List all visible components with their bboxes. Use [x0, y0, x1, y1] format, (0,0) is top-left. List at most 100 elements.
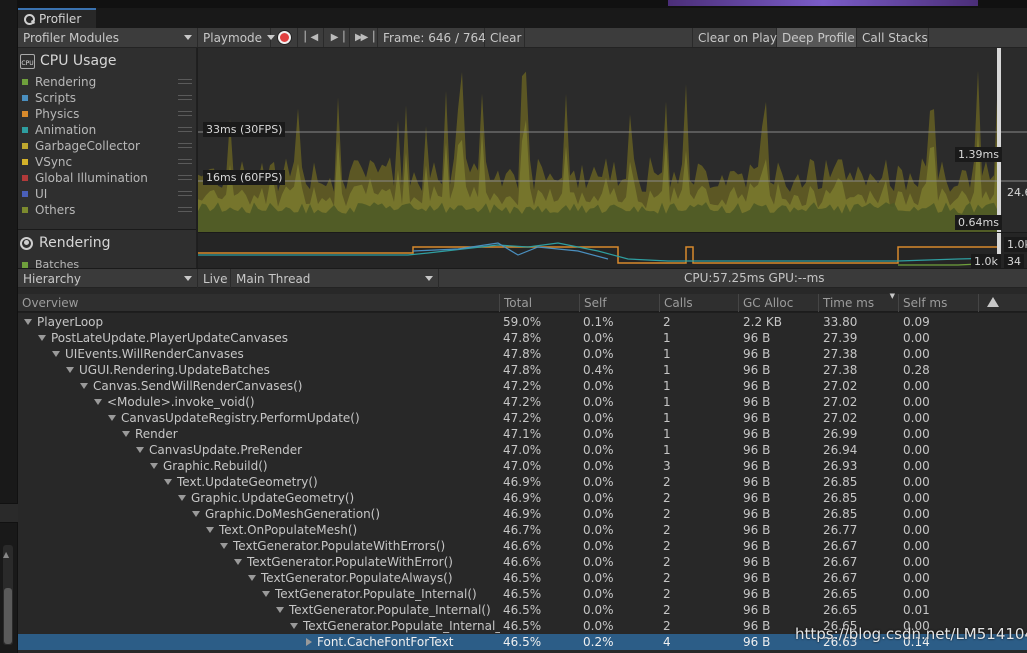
- expanded-arrow-icon[interactable]: [248, 575, 256, 581]
- rendering-module-header[interactable]: Rendering: [20, 234, 111, 252]
- expanded-arrow-icon[interactable]: [220, 543, 228, 549]
- table-row[interactable]: Text.OnPopulateMesh() 46.7% 0.0% 2 96 B 26.77…: [18, 522, 1027, 538]
- legend-swatch: [22, 159, 28, 165]
- legend-item-global-illumination[interactable]: Global Illumination: [22, 170, 196, 186]
- expanded-arrow-icon[interactable]: [234, 559, 242, 565]
- table-row[interactable]: UGUI.Rendering.UpdateBatches 47.8% 0.4% 1 96…: [18, 362, 1027, 378]
- drag-handle-icon[interactable]: [178, 191, 192, 196]
- marker-name: Canvas.SendWillRenderCanvases(): [93, 379, 303, 393]
- table-row[interactable]: TextGenerator.PopulateWithError() 46.6% 0.…: [18, 554, 1027, 570]
- view-type-dropdown[interactable]: Hierarchy: [18, 269, 198, 288]
- column-options-button[interactable]: [978, 294, 1027, 312]
- clear-on-play-toggle[interactable]: Clear on Play: [692, 28, 777, 47]
- column-header-overview[interactable]: Overview: [18, 294, 499, 312]
- expanded-arrow-icon[interactable]: [262, 591, 270, 597]
- table-row[interactable]: CanvasUpdateRegistry.PerformUpdate() 47.2…: [18, 410, 1027, 426]
- legend-item-physics[interactable]: Physics: [22, 106, 196, 122]
- expanded-arrow-icon[interactable]: [94, 399, 102, 405]
- live-toggle[interactable]: Live: [198, 269, 231, 288]
- table-row[interactable]: Render 47.1% 0.0% 1 96 B 26.99 0.00: [18, 426, 1027, 442]
- table-row[interactable]: PostLateUpdate.PlayerUpdateCanvases 47.8%…: [18, 330, 1027, 346]
- legend-item-garbagecollector[interactable]: GarbageCollector: [22, 138, 196, 154]
- legend-label: Batches: [35, 258, 80, 268]
- cell-self-ms: 0.00: [903, 507, 930, 521]
- clear-button[interactable]: Clear: [485, 28, 525, 47]
- table-row[interactable]: UIEvents.WillRenderCanvases 47.8% 0.0% 1 96 …: [18, 346, 1027, 362]
- legend-item-animation[interactable]: Animation: [22, 122, 196, 138]
- expanded-arrow-icon[interactable]: [108, 415, 116, 421]
- legend-item-vsync[interactable]: VSync: [22, 154, 196, 170]
- table-row[interactable]: Canvas.SendWillRenderCanvases() 47.2% 0.0%…: [18, 378, 1027, 394]
- table-row[interactable]: PlayerLoop 59.0% 0.1% 2 2.2 KB 33.80 0.09: [18, 314, 1027, 330]
- rendering-chart[interactable]: 1.0k 1.0k 34: [198, 232, 1027, 268]
- profiler-modules-label: Profiler Modules: [23, 30, 119, 45]
- column-header-total[interactable]: Total: [499, 294, 579, 312]
- next-frame-button[interactable]: ▶▕: [324, 28, 350, 47]
- expanded-arrow-icon[interactable]: [150, 463, 158, 469]
- profiler-window-tab[interactable]: Profiler: [18, 8, 96, 28]
- playmode-dropdown[interactable]: Playmode: [198, 28, 276, 47]
- record-button[interactable]: [271, 28, 298, 47]
- current-frame-button[interactable]: ▶▶▕: [350, 28, 378, 47]
- module-divider: [18, 229, 196, 230]
- drag-handle-icon[interactable]: [178, 95, 192, 100]
- frame-cursor[interactable]: [997, 48, 1001, 232]
- drag-handle-icon[interactable]: [178, 159, 192, 164]
- legend-item-others[interactable]: Others: [22, 202, 196, 218]
- hierarchy-table-body: PlayerLoop 59.0% 0.1% 2 2.2 KB 33.80 0.09 PostL…: [18, 313, 1027, 653]
- drag-handle-icon[interactable]: [178, 127, 192, 132]
- legend-item-scripts[interactable]: Scripts: [22, 90, 196, 106]
- expanded-arrow-icon[interactable]: [192, 511, 200, 517]
- table-row[interactable]: Graphic.Rebuild() 47.0% 0.0% 3 96 B 26.93 0.00: [18, 458, 1027, 474]
- scroll-up-icon[interactable]: ▲: [3, 550, 9, 559]
- column-header-time-ms[interactable]: Time ms ▼: [818, 292, 898, 312]
- cell-calls: 1: [663, 379, 671, 393]
- column-header-calls[interactable]: Calls: [659, 294, 738, 312]
- table-row[interactable]: TextGenerator.Populate_Internal() 46.5% 0.…: [18, 586, 1027, 602]
- column-header-self-ms[interactable]: Self ms: [898, 294, 978, 312]
- legend-item-ui[interactable]: UI: [22, 186, 196, 202]
- collapsed-arrow-icon[interactable]: [306, 638, 312, 646]
- cell-total: 47.0%: [503, 459, 542, 473]
- call-stacks-toggle[interactable]: Call Stacks: [857, 28, 929, 47]
- legend-item-batches[interactable]: Batches: [22, 258, 79, 268]
- cell-self: 0.0%: [583, 379, 614, 393]
- thread-dropdown[interactable]: Main Thread: [231, 269, 439, 288]
- expanded-arrow-icon[interactable]: [164, 479, 172, 485]
- legend-item-rendering[interactable]: Rendering: [22, 74, 196, 90]
- expanded-arrow-icon[interactable]: [136, 447, 144, 453]
- table-row[interactable]: TextGenerator.Populate_Internal() 46.5% 0.…: [18, 602, 1027, 618]
- drag-handle-icon[interactable]: [178, 175, 192, 180]
- drag-handle-icon[interactable]: [178, 143, 192, 148]
- expanded-arrow-icon[interactable]: [178, 495, 186, 501]
- table-row[interactable]: Text.UpdateGeometry() 46.9% 0.0% 2 96 B 26.85…: [18, 474, 1027, 490]
- table-row[interactable]: <Module>.invoke_void() 47.2% 0.0% 1 96 B 27.0…: [18, 394, 1027, 410]
- cpu-usage-chart[interactable]: 33ms (30FPS) 16ms (60FPS) 1.39ms 0.64ms …: [198, 48, 1027, 232]
- drag-handle-icon[interactable]: [178, 207, 192, 212]
- expanded-arrow-icon[interactable]: [206, 527, 214, 533]
- cell-total: 46.9%: [503, 507, 542, 521]
- expanded-arrow-icon[interactable]: [38, 335, 46, 341]
- table-row[interactable]: TextGenerator.PopulateAlways() 46.5% 0.0% 2…: [18, 570, 1027, 586]
- expanded-arrow-icon[interactable]: [52, 351, 60, 357]
- table-row[interactable]: CanvasUpdate.PreRender 47.0% 0.0% 1 96 B 26.9…: [18, 442, 1027, 458]
- profiler-modules-dropdown[interactable]: Profiler Modules: [18, 28, 198, 47]
- table-row[interactable]: TextGenerator.PopulateWithErrors() 46.6% 0…: [18, 538, 1027, 554]
- expanded-arrow-icon[interactable]: [276, 607, 284, 613]
- drag-handle-icon[interactable]: [178, 111, 192, 116]
- table-row[interactable]: Graphic.UpdateGeometry() 46.9% 0.0% 2 96 B 26…: [18, 490, 1027, 506]
- table-row[interactable]: Graphic.DoMeshGeneration() 46.9% 0.0% 2 96 B…: [18, 506, 1027, 522]
- rendering-icon: [20, 236, 33, 250]
- expanded-arrow-icon[interactable]: [80, 383, 88, 389]
- expanded-arrow-icon[interactable]: [66, 367, 74, 373]
- previous-frame-button[interactable]: ▏◀: [298, 28, 324, 47]
- cpu-usage-module-header[interactable]: CPU CPU Usage: [20, 52, 117, 70]
- column-header-gc-alloc[interactable]: GC Alloc: [738, 294, 818, 312]
- editor-scrollbar-thumb[interactable]: [4, 588, 12, 644]
- expanded-arrow-icon[interactable]: [290, 623, 298, 629]
- column-header-self[interactable]: Self: [579, 294, 659, 312]
- expanded-arrow-icon[interactable]: [122, 431, 130, 437]
- deep-profile-toggle[interactable]: Deep Profile: [777, 28, 857, 47]
- drag-handle-icon[interactable]: [178, 79, 192, 84]
- expanded-arrow-icon[interactable]: [24, 319, 32, 325]
